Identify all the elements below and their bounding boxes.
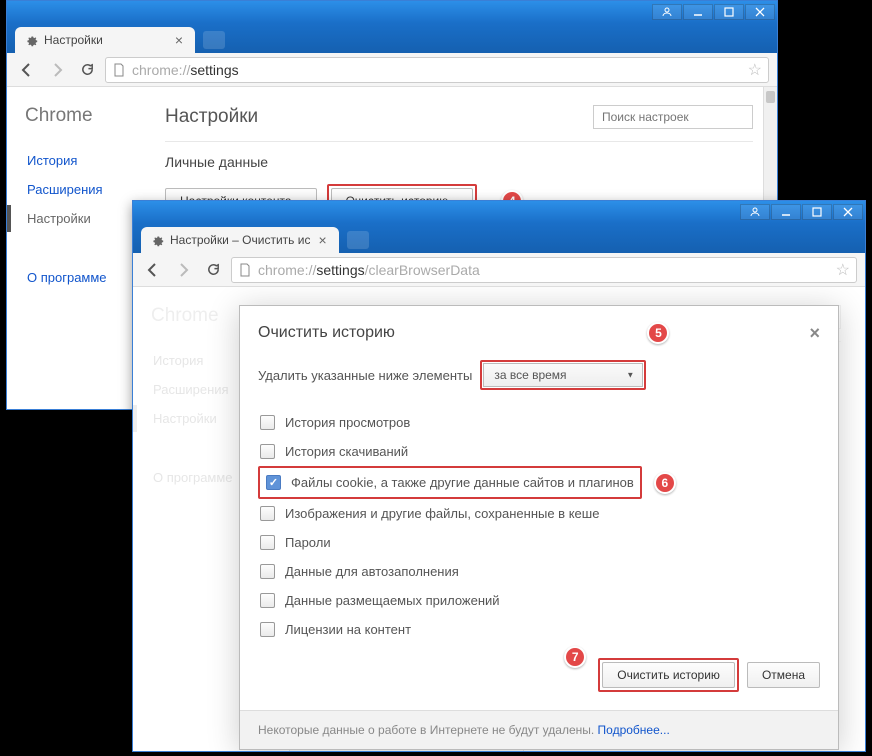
section-title: Личные данные xyxy=(165,154,753,170)
gear-icon xyxy=(25,34,38,47)
option-autofill[interactable]: Данные для автозаполнения xyxy=(258,557,820,586)
footer-text: Некоторые данные о работе в Интернете не… xyxy=(258,723,598,737)
url-path: settings xyxy=(190,62,238,78)
learn-more-link[interactable]: Подробнее... xyxy=(598,723,670,737)
close-button[interactable] xyxy=(745,4,775,20)
tab-close-icon[interactable]: × xyxy=(173,32,185,48)
toolbar: chrome://settings/clearBrowserData ☆ xyxy=(133,253,865,287)
option-label: Данные для автозаполнения xyxy=(285,564,459,579)
url-mid: settings xyxy=(316,262,364,278)
option-cookies[interactable]: Файлы cookie, а также другие данные сайт… xyxy=(264,468,636,497)
sidebar-item-extensions[interactable]: Расширения xyxy=(25,176,147,203)
reload-button[interactable] xyxy=(75,58,99,82)
option-label: История просмотров xyxy=(285,415,410,430)
page-icon xyxy=(238,263,252,277)
highlight-5: за все время xyxy=(480,360,646,390)
dialog-footer: Некоторые данные о работе в Интернете не… xyxy=(240,710,838,749)
minimize-button[interactable] xyxy=(771,204,801,220)
back-button[interactable] xyxy=(15,58,39,82)
checkbox[interactable] xyxy=(260,506,275,521)
time-range-select[interactable]: за все время xyxy=(483,363,643,387)
option-label: Лицензии на контент xyxy=(285,622,411,637)
option-licenses[interactable]: Лицензии на контент xyxy=(258,615,820,644)
checkbox[interactable] xyxy=(266,475,281,490)
badge-7: 7 xyxy=(564,646,586,668)
toolbar: chrome://settings ☆ xyxy=(7,53,777,87)
new-tab-button[interactable] xyxy=(347,231,369,249)
bookmark-star-icon[interactable]: ☆ xyxy=(748,60,762,80)
page-content: Chrome История Расширения Настройки О пр… xyxy=(133,287,865,751)
omnibox[interactable]: chrome://settings ☆ xyxy=(105,57,769,83)
badge-6: 6 xyxy=(654,472,676,494)
highlight-7: Очистить историю xyxy=(598,658,739,692)
url-scheme: chrome:// xyxy=(258,262,316,278)
checkbox[interactable] xyxy=(260,564,275,579)
checkbox[interactable] xyxy=(260,593,275,608)
sidebar-item-settings[interactable]: Настройки xyxy=(7,205,147,232)
maximize-button[interactable] xyxy=(714,4,744,20)
option-history-download[interactable]: История скачиваний xyxy=(258,437,820,466)
option-cache[interactable]: Изображения и другие файлы, сохраненные … xyxy=(258,499,820,528)
reload-button[interactable] xyxy=(201,258,225,282)
tabstrip: Настройки × xyxy=(7,23,777,53)
highlight-6: Файлы cookie, а также другие данные сайт… xyxy=(258,466,642,499)
dialog-prompt: Удалить указанные ниже элементы xyxy=(258,368,472,383)
option-label: История скачиваний xyxy=(285,444,408,459)
option-label: Данные размещаемых приложений xyxy=(285,593,500,608)
titlebar xyxy=(7,1,777,23)
sidebar-item-history[interactable]: История xyxy=(25,147,147,174)
forward-button[interactable] xyxy=(45,58,69,82)
clear-history-ok-button[interactable]: Очистить историю xyxy=(602,662,735,688)
tab-settings-clear[interactable]: Настройки – Очистить ис × xyxy=(141,227,339,253)
browser-window-2: Настройки – Очистить ис × chrome://setti… xyxy=(132,200,866,752)
tab-title: Настройки – Очистить ис xyxy=(170,233,310,247)
checkbox[interactable] xyxy=(260,535,275,550)
page-title: Настройки xyxy=(165,106,258,128)
checkbox[interactable] xyxy=(260,444,275,459)
cancel-button[interactable]: Отмена xyxy=(747,662,820,688)
omnibox[interactable]: chrome://settings/clearBrowserData ☆ xyxy=(231,257,857,283)
close-button[interactable] xyxy=(833,204,863,220)
option-hosted-apps[interactable]: Данные размещаемых приложений xyxy=(258,586,820,615)
badge-5: 5 xyxy=(647,322,669,344)
new-tab-button[interactable] xyxy=(203,31,225,49)
tabstrip: Настройки – Очистить ис × xyxy=(133,223,865,253)
checkbox[interactable] xyxy=(260,622,275,637)
gear-icon xyxy=(151,234,164,247)
option-passwords[interactable]: Пароли xyxy=(258,528,820,557)
sidebar: Chrome История Расширения Настройки О пр… xyxy=(7,87,147,409)
page-icon xyxy=(112,63,126,77)
user-switch-button[interactable] xyxy=(652,4,682,20)
option-history-browse[interactable]: История просмотров xyxy=(258,408,820,437)
option-label: Пароли xyxy=(285,535,331,550)
option-label: Файлы cookie, а также другие данные сайт… xyxy=(291,475,634,490)
dialog-close-icon[interactable]: × xyxy=(809,323,820,344)
titlebar xyxy=(133,201,865,223)
minimize-button[interactable] xyxy=(683,4,713,20)
url-scheme: chrome:// xyxy=(132,62,190,78)
sidebar-item-about[interactable]: О программе xyxy=(25,264,147,291)
brand-label: Chrome xyxy=(25,105,147,127)
url-tail: /clearBrowserData xyxy=(365,262,480,278)
maximize-button[interactable] xyxy=(802,204,832,220)
clear-history-dialog: Очистить историю 5 × Удалить указанные н… xyxy=(239,305,839,750)
tab-settings[interactable]: Настройки × xyxy=(15,27,195,53)
option-label: Изображения и другие файлы, сохраненные … xyxy=(285,506,599,521)
forward-button[interactable] xyxy=(171,258,195,282)
checkbox[interactable] xyxy=(260,415,275,430)
dialog-title: Очистить историю xyxy=(258,324,395,342)
back-button[interactable] xyxy=(141,258,165,282)
tab-close-icon[interactable]: × xyxy=(316,232,328,248)
bookmark-star-icon[interactable]: ☆ xyxy=(836,260,850,280)
search-settings-input[interactable] xyxy=(593,105,753,129)
user-switch-button[interactable] xyxy=(740,204,770,220)
tab-title: Настройки xyxy=(44,33,167,47)
